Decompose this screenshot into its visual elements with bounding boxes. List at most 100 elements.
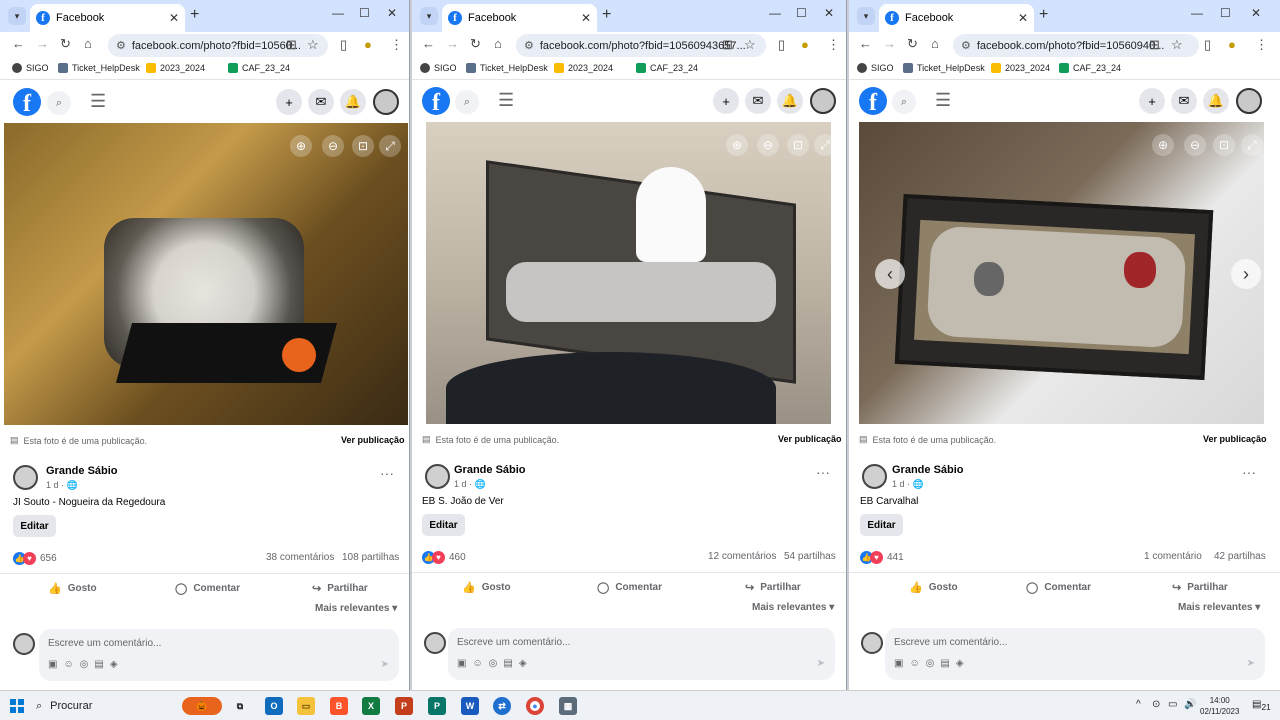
fullscreen-icon[interactable]: ⤢ (379, 135, 401, 157)
taskbar-search[interactable]: ⌕ Procurar (36, 696, 181, 716)
brave-browser-icon[interactable]: B (330, 697, 348, 715)
edit-button[interactable]: Editar (860, 514, 903, 536)
new-tab-icon[interactable]: + (1039, 6, 1048, 24)
tab-search-button[interactable]: ▾ (420, 7, 438, 25)
tab-facebook[interactable]: f Facebook ✕ (879, 4, 1034, 32)
back-icon[interactable]: ← (12, 36, 25, 51)
shares-count[interactable]: 42 partilhas (1214, 551, 1266, 562)
bookmark-ticket-helpdesk[interactable]: Ticket_HelpDesk (466, 63, 548, 73)
halloween-search-highlight-icon[interactable]: 🎃 (182, 697, 222, 715)
bookmark-2023-2024[interactable]: 2023_2024 (554, 63, 613, 73)
author-avatar[interactable] (425, 464, 450, 489)
browser-menu-icon[interactable]: ⋮ (827, 37, 840, 53)
create-icon[interactable]: + (713, 88, 739, 114)
author-name[interactable]: Grande Sábio (892, 464, 964, 476)
forward-icon[interactable]: → (883, 36, 896, 51)
like-button[interactable]: 👍 Gosto (48, 582, 97, 595)
bookmark-ticket-helpdesk[interactable]: Ticket_HelpDesk (903, 63, 985, 73)
forward-icon[interactable]: → (446, 36, 459, 51)
send-icon[interactable]: ➤ (1247, 658, 1255, 669)
post-options-icon[interactable]: ··· (1242, 464, 1256, 480)
address-bar[interactable]: ⚙ facebook.com/photo?fbid=10560940... (953, 34, 1199, 57)
site-info-icon[interactable]: ⚙ (961, 39, 971, 52)
tag-icon[interactable]: ⊡ (787, 134, 809, 156)
sort-comments-dropdown[interactable]: Mais relevantes ▾ (1178, 602, 1260, 613)
comment-tools-icons[interactable]: ▣☺◎▤◈ (457, 658, 533, 669)
post-options-icon[interactable]: ··· (380, 465, 394, 481)
reload-icon[interactable]: ↻ (60, 36, 71, 52)
comments-count[interactable]: 1 comentário (1144, 551, 1202, 562)
account-avatar[interactable] (1236, 88, 1262, 114)
side-panel-icon[interactable]: ▯ (340, 37, 347, 53)
show-hidden-icons[interactable]: ^ (1136, 699, 1141, 710)
send-icon[interactable]: ➤ (381, 659, 389, 670)
share-button[interactable]: ↪ Partilhar (312, 582, 368, 595)
maximize-icon[interactable]: ☐ (796, 6, 807, 20)
teamviewer-icon[interactable]: ⇄ (493, 697, 511, 715)
notifications-icon[interactable]: 🔔 (340, 89, 366, 115)
bookmark-2023-2024[interactable]: 2023_2024 (146, 63, 205, 73)
bookmark-sigo[interactable]: SIGO (420, 63, 457, 73)
facebook-logo-icon[interactable]: f (422, 87, 450, 115)
tag-icon[interactable]: ⊡ (1213, 134, 1235, 156)
maximize-icon[interactable]: ☐ (1220, 6, 1231, 20)
author-avatar[interactable] (862, 464, 887, 489)
facebook-search-icon[interactable]: ⌕ (47, 91, 71, 115)
comment-button[interactable]: ◯ Comentar (1026, 581, 1091, 594)
side-panel-icon[interactable]: ▯ (1204, 37, 1211, 53)
site-info-icon[interactable]: ⚙ (116, 39, 126, 52)
author-name[interactable]: Grande Sábio (46, 465, 118, 477)
zoom-in-icon[interactable]: ⊕ (1152, 134, 1174, 156)
zoom-out-icon[interactable]: ⊖ (1184, 134, 1206, 156)
profile-icon[interactable]: ● (364, 37, 372, 52)
messenger-icon[interactable]: ✉ (745, 88, 771, 114)
author-avatar[interactable] (13, 465, 38, 490)
bookmark-star-icon[interactable]: ☆ (307, 37, 319, 53)
site-info-icon[interactable]: ⚙ (524, 39, 534, 52)
previous-photo-icon[interactable]: ‹ (875, 259, 905, 289)
meeting-icon[interactable]: ⊙ (1152, 699, 1160, 710)
view-post-link[interactable]: Ver publicação (778, 434, 842, 444)
back-icon[interactable]: ← (422, 36, 435, 51)
create-icon[interactable]: + (1139, 88, 1165, 114)
facebook-logo-icon[interactable]: f (859, 87, 887, 115)
post-photo[interactable]: ⊕ ⊖ ⊡ ⤢ (4, 123, 408, 425)
home-icon[interactable]: ⌂ (931, 36, 939, 51)
comment-tools-icons[interactable]: ▣☺◎▤◈ (48, 659, 124, 670)
tag-icon[interactable]: ⊡ (352, 135, 374, 157)
menu-icon[interactable]: ☰ (90, 91, 106, 112)
comment-button[interactable]: ◯ Comentar (597, 581, 662, 594)
like-button[interactable]: 👍 Gosto (909, 581, 958, 594)
close-window-icon[interactable]: ✕ (1251, 6, 1261, 20)
tab-facebook[interactable]: f Facebook ✕ (442, 4, 597, 32)
tab-search-button[interactable]: ▾ (8, 7, 26, 25)
account-avatar[interactable] (373, 89, 399, 115)
publisher-icon[interactable]: P (428, 697, 446, 715)
reload-icon[interactable]: ↻ (907, 36, 918, 52)
calculator-icon[interactable]: ▦ (559, 697, 577, 715)
minimize-icon[interactable]: — (769, 6, 781, 20)
word-icon[interactable]: W (461, 697, 479, 715)
close-window-icon[interactable]: ✕ (387, 6, 397, 20)
send-icon[interactable]: ➤ (817, 658, 825, 669)
file-explorer-icon[interactable]: ▭ (297, 697, 315, 715)
shares-count[interactable]: 54 partilhas (784, 551, 836, 562)
comment-input[interactable]: Escreve um comentário... ▣☺◎▤◈ ➤ (39, 629, 399, 681)
messenger-icon[interactable]: ✉ (1171, 88, 1197, 114)
back-icon[interactable]: ← (859, 36, 872, 51)
bookmark-2023-2024[interactable]: 2023_2024 (991, 63, 1050, 73)
bookmark-sigo[interactable]: SIGO (12, 63, 49, 73)
bookmark-ticket-helpdesk[interactable]: Ticket_HelpDesk (58, 63, 140, 73)
zoom-in-icon[interactable]: ⊕ (290, 135, 312, 157)
view-post-link[interactable]: Ver publicação (1203, 434, 1267, 444)
post-options-icon[interactable]: ··· (816, 464, 830, 480)
account-avatar[interactable] (810, 88, 836, 114)
tab-close-icon[interactable]: ✕ (169, 11, 179, 25)
reload-icon[interactable]: ↻ (470, 36, 481, 52)
bookmark-sigo[interactable]: SIGO (857, 63, 894, 73)
reactions-summary[interactable]: 👍 ♥ 656 (13, 552, 57, 565)
bookmark-caf-23-24[interactable]: CAF_23_24 (228, 63, 290, 73)
post-photo[interactable]: ‹ › ⊕ ⊖ ⊡ ⤢ (859, 122, 1264, 424)
facebook-logo-icon[interactable]: f (13, 88, 41, 116)
share-button[interactable]: ↪ Partilhar (1172, 581, 1228, 594)
